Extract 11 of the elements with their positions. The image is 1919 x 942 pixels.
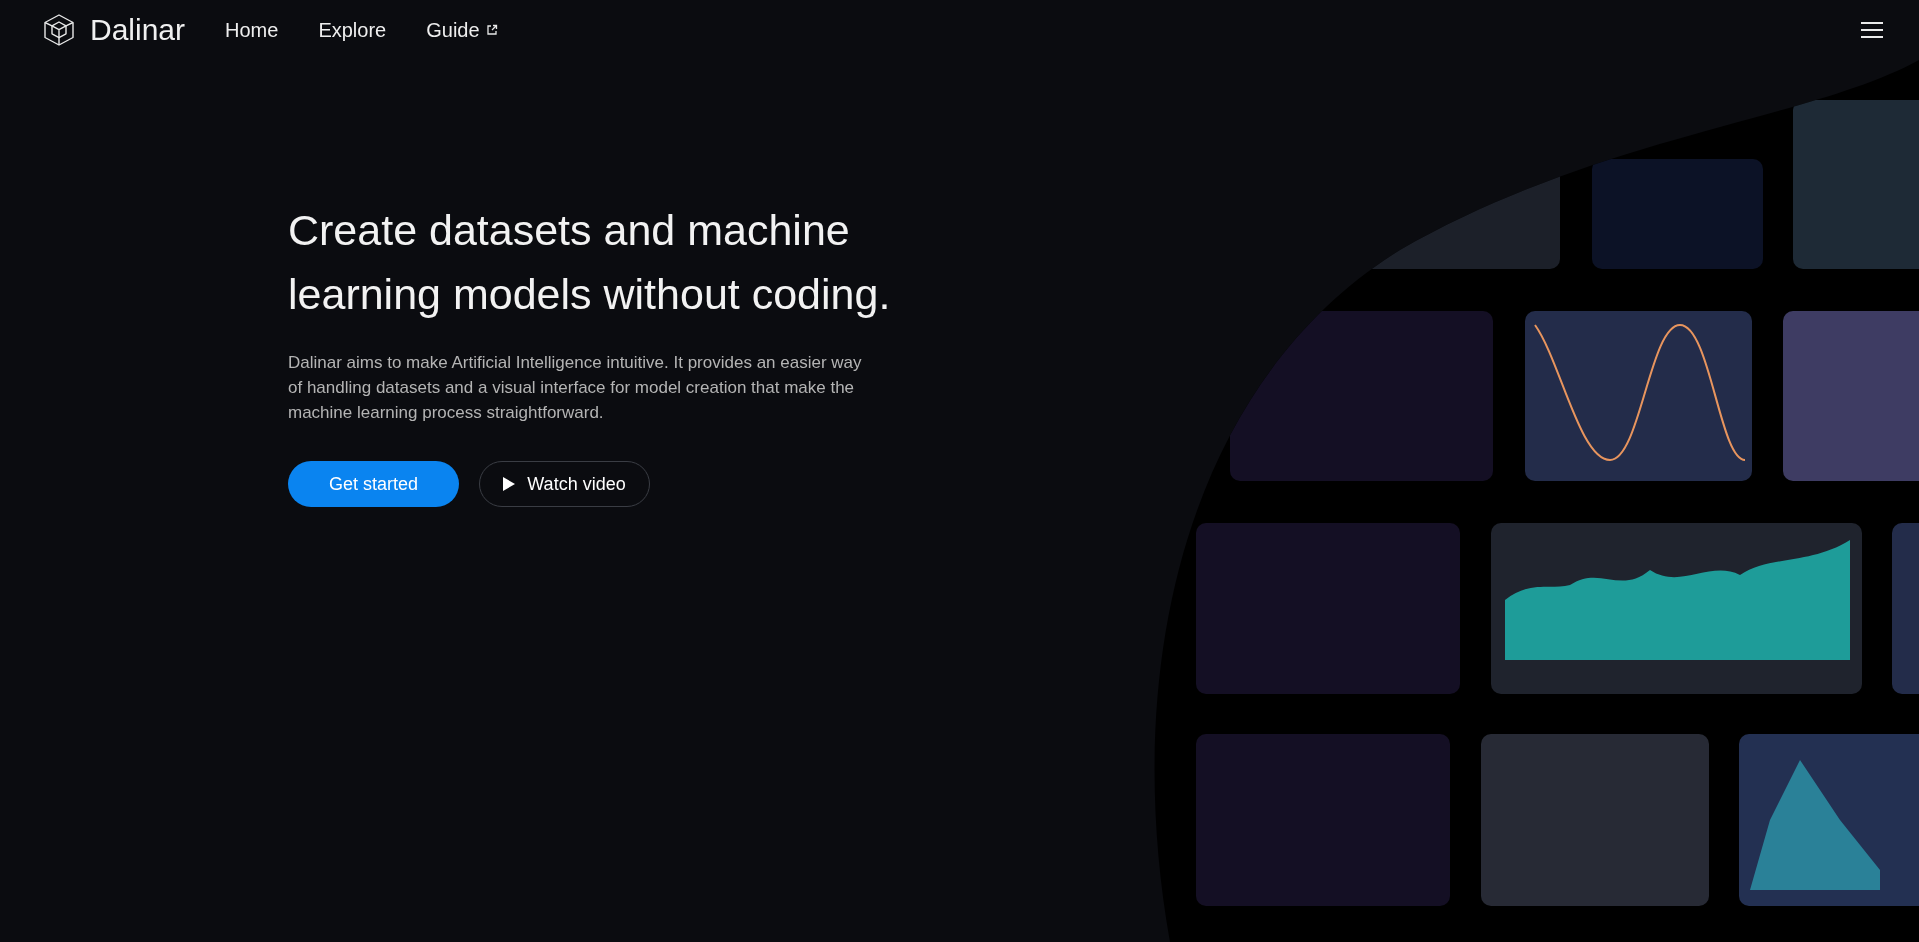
brand-name[interactable]: Dalinar — [90, 13, 186, 47]
nav-link[interactable]: Explore — [318, 18, 387, 42]
hero-title: Create datasets and machine learning models without coding. — [288, 205, 891, 320]
cube-icon — [42, 13, 76, 47]
hero-description: Dalinar aims to make Artificial Intelligence intuitive. It provides an easier way of handling datasets and a visual interface for model creation that make the machine learning process straightforward. — [288, 352, 863, 424]
menu-icon[interactable] — [1861, 21, 1883, 39]
nav-link[interactable]: Guide — [426, 18, 498, 42]
play-icon — [503, 477, 516, 491]
nav-link[interactable]: Home — [225, 18, 279, 42]
get-started-button[interactable]: Get started — [288, 461, 459, 507]
external-link-icon — [485, 24, 498, 36]
